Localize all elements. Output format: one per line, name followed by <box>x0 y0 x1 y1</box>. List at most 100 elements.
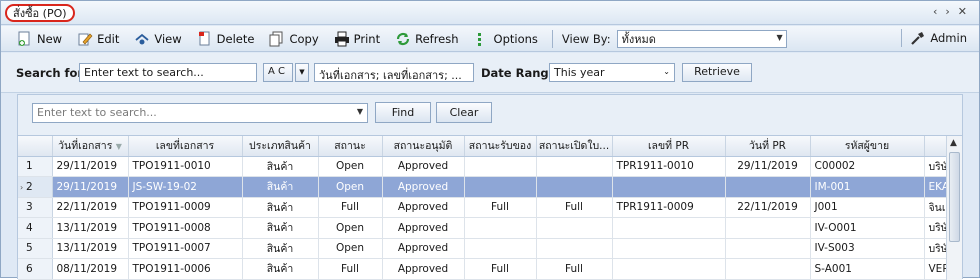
grid-cell-status[interactable]: Open <box>318 176 383 198</box>
find-button[interactable]: Find <box>375 102 431 123</box>
column-header[interactable]: สถานะ <box>318 136 383 157</box>
grid-cell-type[interactable]: สินค้า <box>242 217 319 239</box>
grid-cell-status[interactable]: Full <box>318 197 383 218</box>
grid-cell-type[interactable]: สินค้า <box>242 258 319 280</box>
print-button[interactable]: Print <box>328 28 386 50</box>
copy-button[interactable]: Copy <box>263 28 324 50</box>
column-header[interactable]: วันที่เอกสาร ▼ <box>52 136 129 157</box>
table-row[interactable]: 1 29/11/2019 TPO1911-0010 สินค้า Open Approve… <box>18 156 962 177</box>
row-number[interactable]: 6 <box>18 258 53 280</box>
column-header[interactable]: สถานะเปิดใบ... <box>536 136 613 157</box>
row-number[interactable]: 4 <box>18 217 53 239</box>
grid-cell-prdate[interactable]: 22/11/2019 <box>725 197 811 218</box>
viewby-select[interactable]: ทั้งหมด ▼ <box>616 29 787 48</box>
column-header[interactable]: เลขที่เอกสาร <box>128 136 243 157</box>
grid-cell-approve[interactable]: Approved <box>382 258 465 280</box>
grid-cell-pr[interactable] <box>612 258 726 280</box>
filter-icon[interactable]: ▼ <box>116 142 122 151</box>
grid-cell-prdate[interactable] <box>725 258 811 280</box>
scroll-up-icon[interactable]: ▲ <box>950 138 957 148</box>
grid-cell-pr[interactable] <box>612 238 726 259</box>
grid-cell-approve[interactable]: Approved <box>382 238 465 259</box>
row-number[interactable]: › 2 <box>18 176 53 198</box>
grid-cell-prdate[interactable] <box>725 176 811 198</box>
grid-cell-invoice[interactable] <box>536 176 613 198</box>
grid-cell-doc[interactable]: TPO1911-0010 <box>128 156 243 177</box>
row-number[interactable]: 5 <box>18 238 53 259</box>
date-range-select[interactable]: This year ⌄ <box>549 63 675 82</box>
table-row[interactable]: › 2 29/11/2019 JS-SW-19-02 สินค้า Open Approve… <box>18 176 962 198</box>
table-row[interactable]: 6 08/11/2019 TPO1911-0006 สินค้า Full Approve… <box>18 258 962 280</box>
options-button[interactable]: Options <box>468 28 544 50</box>
vertical-scrollbar[interactable]: ▲ <box>946 136 962 280</box>
column-header[interactable]: รหัสผู้ขาย <box>810 136 925 157</box>
grid-cell-date[interactable]: 13/11/2019 <box>52 217 129 239</box>
grid-cell-receive[interactable] <box>464 238 537 259</box>
new-button[interactable]: New <box>11 28 68 50</box>
delete-button[interactable]: Delete <box>191 28 261 50</box>
view-button[interactable]: View <box>128 28 187 50</box>
grid-cell-pr[interactable] <box>612 217 726 239</box>
grid-cell-pr[interactable]: TPR1911-0010 <box>612 156 726 177</box>
grid-cell-status[interactable]: Open <box>318 156 383 177</box>
refresh-button[interactable]: Refresh <box>389 28 464 50</box>
grid-cell-receive[interactable] <box>464 156 537 177</box>
grid-cell-receive[interactable]: Full <box>464 197 537 218</box>
grid-cell-approve[interactable]: Approved <box>382 217 465 239</box>
grid-cell-approve[interactable]: Approved <box>382 176 465 198</box>
table-row[interactable]: 3 22/11/2019 TPO1911-0009 สินค้า Full Approve… <box>18 197 962 218</box>
grid-cell-status[interactable]: Open <box>318 238 383 259</box>
grid-cell-prdate[interactable] <box>725 238 811 259</box>
grid-cell-approve[interactable]: Approved <box>382 197 465 218</box>
grid-cell-vendor[interactable]: J001 <box>810 197 925 218</box>
grid-cell-receive[interactable] <box>464 217 537 239</box>
scroll-left-icon[interactable]: ‹ <box>933 5 943 18</box>
grid-cell-type[interactable]: สินค้า <box>242 176 319 198</box>
grid-cell-invoice[interactable]: Full <box>536 258 613 280</box>
table-row[interactable]: 5 13/11/2019 TPO1911-0007 สินค้า Open Approve… <box>18 238 962 259</box>
grid-cell-vendor[interactable]: S-A001 <box>810 258 925 280</box>
column-header[interactable]: วันที่ PR <box>725 136 811 157</box>
grid-cell-doc[interactable]: TPO1911-0006 <box>128 258 243 280</box>
search-input[interactable]: Enter text to search... <box>79 63 257 82</box>
retrieve-button[interactable]: Retrieve <box>682 63 752 82</box>
grid-cell-vendor[interactable]: IV-S003 <box>810 238 925 259</box>
grid-cell-receive[interactable]: Full <box>464 258 537 280</box>
edit-button[interactable]: Edit <box>71 28 125 50</box>
table-row[interactable]: 4 13/11/2019 TPO1911-0008 สินค้า Open Approve… <box>18 217 962 239</box>
grid-cell-type[interactable]: สินค้า <box>242 197 319 218</box>
column-header[interactable]: สถานะรับของ <box>464 136 537 157</box>
column-header[interactable]: สถานะอนุมัติ <box>382 136 465 157</box>
grid-cell-invoice[interactable]: Full <box>536 197 613 218</box>
column-header[interactable]: ประเภทสินค้า <box>242 136 319 157</box>
grid-cell-invoice[interactable] <box>536 217 613 239</box>
grid-cell-status[interactable]: Full <box>318 258 383 280</box>
row-number[interactable]: 3 <box>18 197 53 218</box>
grid-cell-vendor[interactable]: C00002 <box>810 156 925 177</box>
grid-cell-date[interactable]: 08/11/2019 <box>52 258 129 280</box>
grid-cell-doc[interactable]: TPO1911-0007 <box>128 238 243 259</box>
close-icon[interactable]: ✕ <box>958 5 973 18</box>
grid-cell-prdate[interactable] <box>725 217 811 239</box>
grid-cell-invoice[interactable] <box>536 238 613 259</box>
grid-filter-input[interactable]: Enter text to search... ▼ <box>32 103 368 123</box>
grid-cell-date[interactable]: 13/11/2019 <box>52 238 129 259</box>
grid-cell-type[interactable]: สินค้า <box>242 238 319 259</box>
grid-cell-vendor[interactable]: IV-O001 <box>810 217 925 239</box>
grid-cell-doc[interactable]: TPO1911-0008 <box>128 217 243 239</box>
admin-button[interactable]: Admin <box>896 29 967 47</box>
column-header[interactable]: เลขที่ PR <box>612 136 726 157</box>
grid-cell-type[interactable]: สินค้า <box>242 156 319 177</box>
grid-cell-vendor[interactable]: IM-001 <box>810 176 925 198</box>
row-number[interactable]: 1 <box>18 156 53 177</box>
grid-cell-receive[interactable] <box>464 176 537 198</box>
grid-cell-date[interactable]: 29/11/2019 <box>52 176 129 198</box>
tab-po[interactable]: สั่งซื้อ (PO) <box>5 4 75 22</box>
case-dropdown-button[interactable]: ▼ <box>295 63 309 82</box>
grid-cell-prdate[interactable]: 29/11/2019 <box>725 156 811 177</box>
scroll-thumb[interactable] <box>949 152 960 242</box>
grid-cell-date[interactable]: 29/11/2019 <box>52 156 129 177</box>
grid-cell-approve[interactable]: Approved <box>382 156 465 177</box>
clear-button[interactable]: Clear <box>436 102 492 123</box>
search-fields-select[interactable]: วันที่เอกสาร; เลขที่เอกสาร; ... <box>314 63 474 82</box>
